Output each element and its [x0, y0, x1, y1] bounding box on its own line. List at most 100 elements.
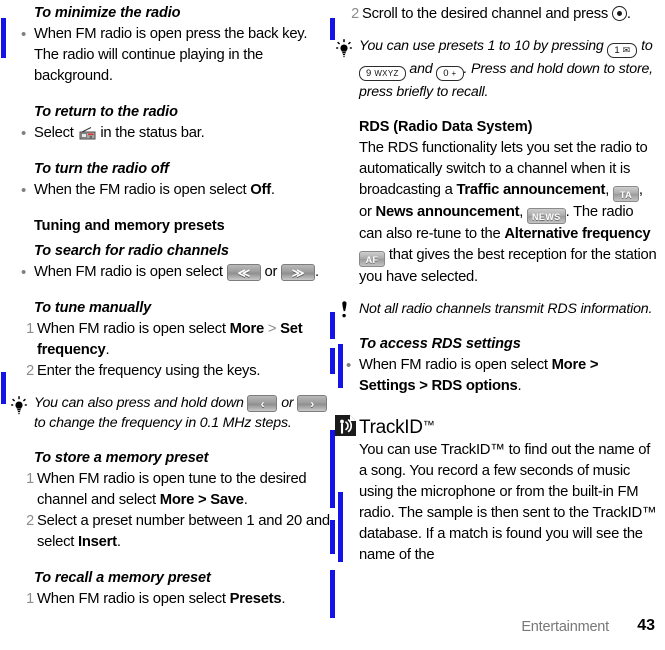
keypad-key-0-digit: 0 — [443, 68, 449, 79]
seek-backward-softkey[interactable]: ≪ — [226, 264, 261, 281]
exclamation-note-icon — [333, 300, 355, 322]
keypad-key-1[interactable]: 1 ✉ — [607, 43, 638, 58]
step-text-before: When FM radio is open select — [37, 321, 230, 337]
label-alternative-frequency: Alternative frequency — [504, 226, 651, 242]
step-number: 2 — [351, 6, 359, 22]
keypad-key-1-sublabel: ✉ — [622, 45, 631, 55]
tip-text-mid2: and — [405, 61, 437, 77]
list-item-text: When FM radio is open press the back key… — [34, 26, 308, 84]
heading-access-rds-settings: To access RDS settings — [359, 336, 521, 352]
seek-forward-softkey[interactable]: ≫ — [281, 264, 315, 281]
list-item: • When FM radio is open select More > Se… — [346, 355, 657, 397]
left-column: To minimize the radio • When FM radio is… — [11, 0, 332, 610]
heading-trackid: TrackID™ — [335, 413, 657, 440]
list-item-text-after: in the status bar. — [96, 125, 205, 141]
tip-text-mid: or — [277, 395, 298, 411]
tune-down-glyph: ‹ — [260, 397, 265, 411]
bullet-marker: • — [21, 182, 27, 199]
keypad-key-9[interactable]: 9 WXYZ — [359, 66, 406, 81]
list-item-text-before: Select — [34, 125, 78, 141]
list-item: 1 When FM radio is open select Presets. — [26, 589, 332, 610]
tip-text-after: to change the frequency in 0.1 MHz steps… — [34, 415, 292, 431]
tip-text-before: You can use presets 1 to 10 by pressing — [359, 38, 608, 54]
heading-recall-memory-preset: To recall a memory preset — [34, 570, 211, 586]
keypad-key-0-sublabel: + — [451, 69, 457, 78]
trademark-symbol: ™ — [422, 418, 435, 432]
menu-label-more-save: More > Save — [159, 492, 244, 508]
menu-label-presets: Presets — [229, 591, 282, 607]
list-item-text-before: When the FM radio is open select — [34, 182, 251, 198]
seek-backward-glyph: ≪ — [237, 266, 250, 280]
step-text-after: . — [281, 591, 286, 607]
step-number: 2 — [26, 513, 34, 529]
paragraph-trackid: You can use TrackID™ to find out the nam… — [359, 442, 657, 563]
label-traffic-announcement: Traffic announcement — [456, 182, 606, 198]
label-news-announcement: News announcement — [375, 204, 520, 220]
step-text-before: When FM radio is open select — [37, 591, 230, 607]
step-text-after: . — [116, 534, 121, 550]
menu-label-more: More — [229, 321, 265, 337]
keypad-key-0[interactable]: 0 + — [436, 66, 464, 81]
step-number: 1 — [26, 321, 34, 337]
nav-select-key-icon[interactable] — [611, 6, 627, 21]
step-text-after: . — [105, 342, 110, 358]
heading-rds: RDS (Radio Data System) — [359, 119, 533, 135]
heading-tuning-and-memory-presets: Tuning and memory presets — [34, 218, 225, 234]
list-item-text-before: When FM radio is open select — [359, 357, 552, 373]
rds-t4: , — [519, 204, 528, 220]
step-number: 2 — [26, 363, 34, 379]
keypad-key-9-digit: 9 — [366, 68, 372, 79]
tune-down-softkey[interactable]: ‹ — [247, 395, 278, 412]
af-indicator-icon: AF — [359, 251, 385, 267]
right-column: 2 Scroll to the desired channel and pres… — [335, 0, 657, 566]
paragraph-rds: The RDS functionality lets you set the r… — [359, 138, 657, 288]
note-text: Not all radio channels transmit RDS info… — [359, 301, 653, 317]
heading-store-memory-preset: To store a memory preset — [34, 450, 209, 466]
tip-callout: You can also press and hold down ‹ or › … — [11, 393, 332, 433]
list-item-text-before: When FM radio is open select — [34, 264, 227, 280]
heading-tune-manually: To tune manually — [34, 300, 152, 316]
fm-radio-status-icon — [78, 126, 97, 140]
footer-section-name: Entertainment — [521, 619, 609, 635]
list-item: • When FM radio is open select ≪ or ≫. — [21, 262, 332, 283]
list-item: 1 When FM radio is open tune to the desi… — [26, 469, 332, 511]
trackid-app-icon — [335, 415, 356, 436]
list-item-text-after: . — [517, 378, 522, 394]
bullet-marker: • — [21, 26, 27, 43]
lightbulb-tip-icon — [333, 37, 355, 59]
step-text-before: Scroll to the desired channel and press — [362, 6, 612, 22]
news-indicator-icon: NEWS — [527, 208, 566, 224]
list-item: 2 Scroll to the desired channel and pres… — [351, 4, 657, 25]
tip-text-mid1: to — [637, 38, 653, 54]
seek-forward-glyph: ≫ — [291, 266, 305, 280]
list-item: • When FM radio is open press the back k… — [21, 24, 332, 87]
tip-callout: You can use presets 1 to 10 by pressing … — [336, 36, 657, 102]
list-item: 2 Enter the frequency using the keys. — [26, 361, 332, 382]
ta-indicator-icon: TA — [612, 186, 639, 202]
list-item-text-after: . — [315, 264, 319, 280]
tip-text-before: You can also press and hold down — [34, 395, 248, 411]
tune-up-softkey[interactable]: › — [297, 395, 328, 412]
list-item: • When the FM radio is open select Off. — [21, 180, 332, 201]
list-item: • Select in the status bar. — [21, 123, 332, 144]
manual-page: To minimize the radio • When FM radio is… — [0, 0, 665, 650]
step-number: 1 — [26, 591, 34, 607]
heading-turn-radio-off: To turn the radio off — [34, 161, 169, 177]
list-item: 2 Select a preset number between 1 and 2… — [26, 511, 332, 553]
step-text-after: . — [626, 6, 631, 22]
list-item: 1 When FM radio is open select More > Se… — [26, 319, 332, 361]
keypad-key-9-sublabel: WXYZ — [374, 69, 399, 78]
list-item-text-after: . — [270, 182, 275, 198]
change-bar — [1, 372, 6, 404]
bullet-marker: • — [21, 264, 27, 281]
lightbulb-tip-icon — [8, 394, 30, 416]
rds-t7: that gives the best reception for the st… — [359, 247, 657, 285]
heading-search-radio-channels: To search for radio channels — [34, 243, 229, 259]
step-text: Enter the frequency using the keys. — [37, 363, 261, 379]
menu-label-insert: Insert — [78, 534, 117, 550]
note-callout: Not all radio channels transmit RDS info… — [342, 299, 657, 319]
menu-label-off: Off — [250, 182, 271, 198]
bullet-marker: • — [346, 357, 352, 374]
step-text-after: . — [243, 492, 248, 508]
trackid-title: TrackID — [359, 417, 423, 438]
